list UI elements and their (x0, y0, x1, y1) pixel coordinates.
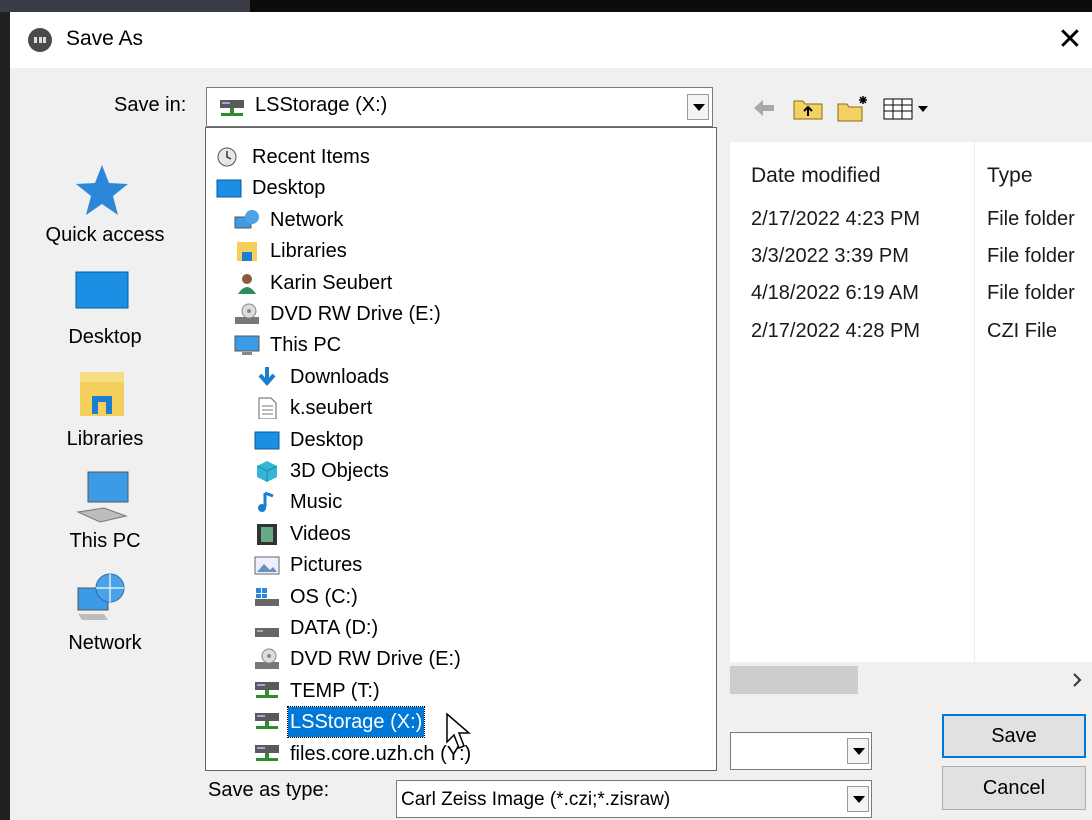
location-dropdown-item-label: DVD RW Drive (E:) (290, 648, 461, 671)
column-header-type[interactable]: Type (987, 164, 1033, 188)
row-type[interactable]: File folder (987, 245, 1075, 268)
location-dropdown-item-label: Libraries (270, 240, 347, 263)
sidebar-item-desktop[interactable]: Desktop (10, 264, 200, 354)
location-dropdown-item-label: Videos (290, 522, 351, 545)
row-date[interactable]: 3/3/2022 3:39 PM (751, 245, 909, 268)
save-as-type-value: Carl Zeiss Image (*.czi;*.zisraw) (401, 789, 671, 810)
scroll-right-icon[interactable] (1070, 672, 1084, 688)
sidebar-label: Network (68, 632, 142, 654)
save-as-dialog: Save As ✕ Save in: LSStorage (X:) Quick (10, 12, 1092, 820)
location-dropdown-item-label: Desktop (290, 428, 364, 451)
sidebar-item-this-pc[interactable]: This PC (10, 468, 200, 558)
drive-icon (255, 628, 279, 637)
os-drive-icon (255, 587, 279, 606)
location-dropdown-item-label: LSStorage (X:) (286, 706, 426, 739)
horizontal-scrollbar[interactable] (730, 662, 1092, 698)
sidebar-item-libraries[interactable]: Libraries (10, 366, 200, 456)
row-type[interactable]: File folder (987, 208, 1075, 231)
location-dropdown-item-label: Music (290, 491, 343, 514)
location-dropdown-item-label: k.seubert (290, 397, 373, 420)
new-folder-icon[interactable] (836, 94, 870, 122)
downloads-icon (258, 366, 276, 386)
network-drive-icon (220, 100, 244, 116)
up-folder-icon[interactable] (792, 94, 824, 122)
desktop-icon (216, 179, 242, 198)
desktop-icon (254, 431, 280, 450)
this-pc-icon (234, 335, 260, 356)
title-bar: Save As ✕ (10, 12, 1092, 68)
sidebar-label: This PC (69, 530, 141, 552)
view-menu-icon[interactable] (882, 94, 932, 122)
libraries-icon (237, 242, 257, 262)
dvd-drive-icon (255, 648, 279, 670)
location-dropdown-item-label: Recent Items (252, 146, 370, 168)
user-icon (238, 273, 256, 294)
location-dropdown-list[interactable]: Recent Items Desktop Network Libraries Karin… (205, 127, 717, 771)
music-icon (258, 491, 274, 513)
star-icon (76, 165, 128, 215)
location-dropdown-item-label: Desktop (252, 177, 326, 200)
back-arrow-icon[interactable] (752, 94, 776, 122)
location-dropdown-item-label: TEMP (T:) (290, 679, 380, 702)
row-type[interactable]: CZI File (987, 320, 1057, 343)
save-button[interactable]: Save (942, 714, 1086, 758)
save-in-label: Save in: (114, 94, 187, 116)
location-dropdown-item-label: Karin Seubert (270, 271, 393, 294)
save-in-combobox[interactable]: LSStorage (X:) (206, 87, 713, 127)
location-dropdown-item-label: DATA (D:) (290, 617, 379, 639)
file-name-combobox[interactable] (730, 732, 872, 770)
location-dropdown-item-label: Pictures (290, 554, 363, 577)
places-sidebar: Quick access Desktop Libraries This PC N… (10, 142, 200, 702)
dialog-title: Save As (66, 27, 144, 50)
libraries-icon (80, 372, 124, 416)
sidebar-item-quick-access[interactable]: Quick access (10, 162, 200, 252)
pictures-icon (254, 556, 280, 575)
location-dropdown-item-label: This PC (270, 334, 342, 357)
close-button[interactable]: ✕ (1054, 22, 1086, 58)
cancel-button[interactable]: Cancel (942, 766, 1086, 810)
location-dropdown-item-label: 3D Objects (290, 460, 389, 482)
recent-items-icon (217, 147, 237, 167)
document-icon (258, 397, 277, 420)
location-dropdown-item-label: Network (270, 208, 344, 231)
mouse-cursor-icon (446, 712, 472, 749)
background-window-strip (0, 0, 250, 12)
sidebar-label: Libraries (66, 428, 144, 450)
location-dropdown-item-label: OS (C:) (290, 585, 358, 608)
row-type[interactable]: File folder (987, 282, 1075, 305)
network-drive-icon (255, 713, 279, 730)
videos-icon (257, 523, 277, 545)
save-as-type-combobox[interactable]: Carl Zeiss Image (*.czi;*.zisraw) (396, 780, 872, 818)
app-icon (28, 28, 52, 52)
network-icon (77, 573, 125, 620)
network-icon (234, 209, 259, 229)
location-dropdown-item-label: DVD RW Drive (E:) (270, 303, 441, 325)
location-dropdown-item-label: Downloads (290, 365, 389, 388)
network-drive-icon (255, 744, 279, 761)
3d-objects-icon (256, 461, 278, 482)
scrollbar-thumb[interactable] (730, 666, 858, 694)
dvd-drive-icon (235, 303, 259, 324)
column-header-date-modified[interactable]: Date modified (751, 164, 881, 188)
save-as-type-dropdown-arrow[interactable] (847, 786, 869, 812)
sidebar-item-network[interactable]: Network (10, 570, 200, 660)
network-drive-icon (255, 681, 279, 698)
file-name-dropdown-arrow[interactable] (847, 738, 869, 764)
row-date[interactable]: 2/17/2022 4:23 PM (751, 208, 920, 231)
row-date[interactable]: 4/18/2022 6:19 AM (751, 282, 919, 305)
this-pc-icon (76, 471, 129, 523)
column-divider (974, 142, 975, 662)
sidebar-label: Quick access (45, 224, 165, 246)
save-as-type-label: Save as type: (208, 779, 330, 801)
row-date[interactable]: 2/17/2022 4:28 PM (751, 320, 920, 343)
sidebar-label: Desktop (68, 326, 142, 348)
desktop-icon (75, 271, 129, 309)
save-in-dropdown-arrow[interactable] (687, 94, 709, 120)
file-list[interactable]: Date modified Type 2/17/2022 4:23 PM Fil… (730, 142, 1092, 662)
save-in-value: LSStorage (X:) (255, 94, 388, 116)
